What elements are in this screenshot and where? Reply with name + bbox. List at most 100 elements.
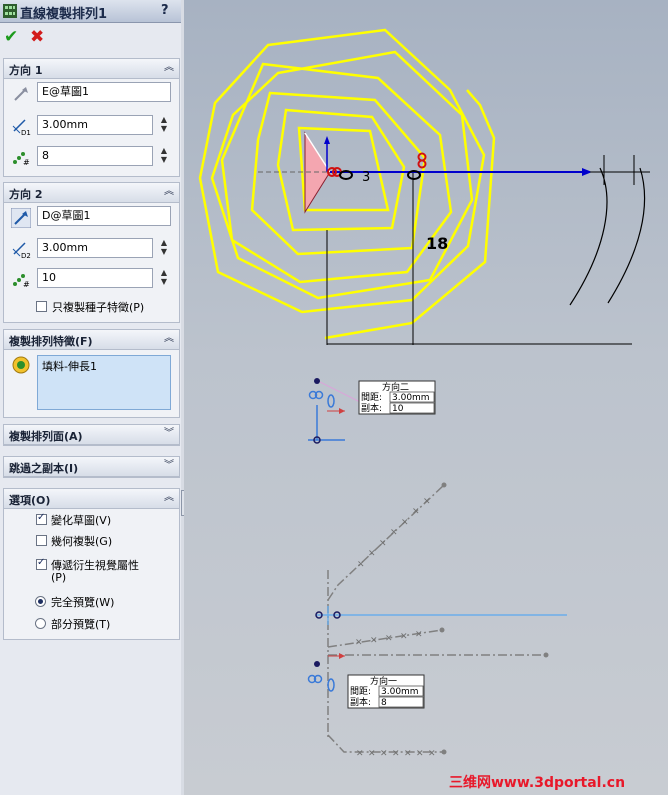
svg-text:✕: ✕ — [392, 749, 400, 759]
vary-sketch-checkbox[interactable] — [36, 512, 47, 525]
linear-pattern-icon — [3, 4, 17, 18]
instances-icon: # — [13, 152, 30, 167]
instances-icon: # — [13, 274, 30, 289]
direction1-instances-input[interactable]: 8 — [37, 146, 153, 166]
direction2-spacing-input[interactable]: 3.00mm — [37, 238, 153, 258]
instances-icon-label: # — [23, 158, 30, 167]
propagate-visual-checkbox[interactable] — [36, 557, 47, 570]
grey-pattern-markers: ✕✕✕✕ ✕✕✕ ✕ ✕ ✕ ✕ ✕ ✕ ✕ ✕ ✕ ✕ ✕ ✕ — [355, 497, 436, 759]
callout-spacing-value: 3.00mm — [392, 393, 430, 403]
dimension-18[interactable]: 18 — [426, 234, 448, 253]
options-title: 選項(O) — [9, 494, 51, 507]
reverse-direction-icon[interactable] — [11, 208, 31, 228]
spacing-icon: D2 — [12, 242, 31, 259]
callout-spacing-value: 3.00mm — [381, 687, 419, 697]
instances-icon-label: # — [23, 280, 30, 289]
direction2-instances-stepper[interactable]: ▲ ▼ — [157, 268, 171, 288]
svg-text:✕: ✕ — [416, 749, 424, 759]
graphics-viewport[interactable]: 3 18 方向二 間距: 3.00mm 副本: 10 ✕ ✕ ✕ ✕ ✕ ✕ ✕… — [184, 0, 668, 795]
chevron-down-icon[interactable]: ︾ — [163, 460, 175, 472]
direction2-reference-field[interactable]: D@草圖1 — [37, 206, 171, 226]
svg-text:✕: ✕ — [356, 749, 364, 759]
model-canvas[interactable]: 3 18 方向二 間距: 3.00mm 副本: 10 ✕✕✕✕ ✕✕✕ ✕ ✕ … — [184, 0, 668, 795]
direction1-reference-field[interactable]: E@草圖1 — [37, 82, 171, 102]
partial-preview-label: 部分預覽(T) — [51, 618, 111, 631]
faces-header[interactable]: 複製排列面(A) ︾ — [4, 425, 179, 445]
property-manager: 直線複製排列1 ? ✔ ✖ 方向 1 ︽ E@草圖1 D1 3.00mm ▲ ▼ … — [0, 0, 182, 795]
svg-text:✕: ✕ — [355, 638, 363, 648]
features-list[interactable]: 填料-伸長1 — [37, 355, 171, 410]
spacing-icon-label: D2 — [21, 252, 31, 259]
chevron-up-icon[interactable]: ︽ — [163, 492, 175, 504]
direction2-title: 方向 2 — [9, 188, 43, 201]
direction1-spacing-input[interactable]: 3.00mm — [37, 115, 153, 135]
geometry-pattern-checkbox[interactable] — [36, 535, 47, 546]
chevron-down-icon[interactable]: ︾ — [163, 428, 175, 440]
full-preview-radio[interactable] — [35, 596, 46, 607]
svg-text:✕: ✕ — [400, 632, 408, 642]
seed-only-checkbox[interactable] — [36, 301, 47, 312]
svg-text:✕: ✕ — [404, 749, 412, 759]
svg-text:✕: ✕ — [428, 749, 436, 759]
spacing-icon-label: D1 — [21, 129, 31, 136]
list-item[interactable]: 填料-伸長1 — [42, 358, 166, 374]
direction1-header[interactable]: 方向 1 ︽ — [4, 59, 179, 79]
propagate-visual-label-hotkey: (P) — [51, 571, 67, 584]
svg-text:✕: ✕ — [370, 636, 378, 646]
feature-icon — [12, 356, 30, 374]
help-button[interactable]: ? — [161, 3, 169, 18]
chevron-up-icon[interactable]: ︽ — [163, 62, 175, 74]
svg-text:✕: ✕ — [357, 560, 365, 570]
instances-to-skip-section: 跳過之副本(I) ︾ — [3, 456, 180, 478]
svg-text:✕: ✕ — [368, 549, 376, 559]
direction2-instances-input[interactable]: 10 — [37, 268, 153, 288]
features-header[interactable]: 複製排列特徵(F) ︽ — [4, 330, 179, 350]
grey-pattern-preview — [327, 484, 546, 753]
watermark: 三维网www.3dportal.cn — [449, 774, 625, 791]
skip-header[interactable]: 跳過之副本(I) ︾ — [4, 457, 179, 477]
sketch-spiral — [198, 28, 496, 340]
features-to-pattern-section: 複製排列特徵(F) ︽ 填料-伸長1 — [3, 329, 180, 418]
reverse-direction-icon[interactable] — [11, 84, 31, 104]
vary-sketch-label: 變化草圖(V) — [51, 514, 112, 527]
options-section: 選項(O) ︽ 變化草圖(V) 幾何複製(G) 傳遞衍生視覺屬性 (P) 完全預… — [3, 488, 180, 640]
faces-to-pattern-section: 複製排列面(A) ︾ — [3, 424, 180, 446]
direction2-spacing-stepper[interactable]: ▲ ▼ — [157, 238, 171, 258]
partial-preview-radio[interactable] — [35, 618, 46, 629]
callout-count-value: 8 — [381, 698, 387, 708]
svg-text:✕: ✕ — [379, 539, 387, 549]
ok-button[interactable]: ✔ — [4, 27, 22, 47]
dimension-3[interactable]: 3 — [362, 170, 370, 185]
full-preview-label: 完全預覽(W) — [51, 596, 115, 609]
callout-title: 方向一 — [370, 675, 397, 687]
direction2-callout[interactable]: 方向二 間距: 3.00mm 副本: 10 — [358, 380, 436, 415]
svg-text:✕: ✕ — [390, 528, 398, 538]
direction2-header[interactable]: 方向 2 ︽ — [4, 183, 179, 203]
svg-text:✕: ✕ — [401, 518, 409, 528]
grey-pattern-points — [439, 482, 549, 755]
direction1-section: 方向 1 ︽ E@草圖1 D1 3.00mm ▲ ▼ # 8 ▲ ▼ — [3, 58, 180, 177]
svg-text:✕: ✕ — [380, 749, 388, 759]
direction1-spacing-stepper[interactable]: ▲ ▼ — [157, 115, 171, 135]
direction2-manipulator[interactable] — [308, 378, 361, 444]
direction2-section: 方向 2 ︽ D@草圖1 D2 3.00mm ▲ ▼ # 10 ▲ ▼ 只複製種子特… — [3, 182, 180, 323]
direction1-title: 方向 1 — [9, 64, 43, 77]
cancel-button[interactable]: ✖ — [30, 27, 48, 47]
svg-text:✕: ✕ — [385, 634, 393, 644]
seed-only-label: 只複製種子特徵(P) — [52, 301, 145, 314]
direction1-instances-stepper[interactable]: ▲ ▼ — [157, 146, 171, 166]
options-header[interactable]: 選項(O) ︽ — [4, 489, 179, 509]
chevron-up-icon[interactable]: ︽ — [163, 186, 175, 198]
callout-count-value: 10 — [392, 404, 404, 414]
title-bar: 直線複製排列1 ? — [0, 0, 181, 23]
callout-count-label: 副本: — [350, 696, 371, 708]
callout-spacing-label: 間距: — [361, 392, 382, 403]
spacing-icon: D1 — [12, 119, 31, 136]
direction1-manipulator[interactable] — [307, 606, 568, 692]
page-title: 直線複製排列1 — [20, 7, 108, 22]
chevron-up-icon[interactable]: ︽ — [163, 333, 175, 345]
callout-count-label: 副本: — [361, 402, 382, 414]
direction1-callout[interactable]: 方向一 間距: 3.00mm 副本: 8 — [347, 674, 425, 709]
features-title: 複製排列特徵(F) — [9, 335, 93, 348]
svg-text:✕: ✕ — [368, 749, 376, 759]
